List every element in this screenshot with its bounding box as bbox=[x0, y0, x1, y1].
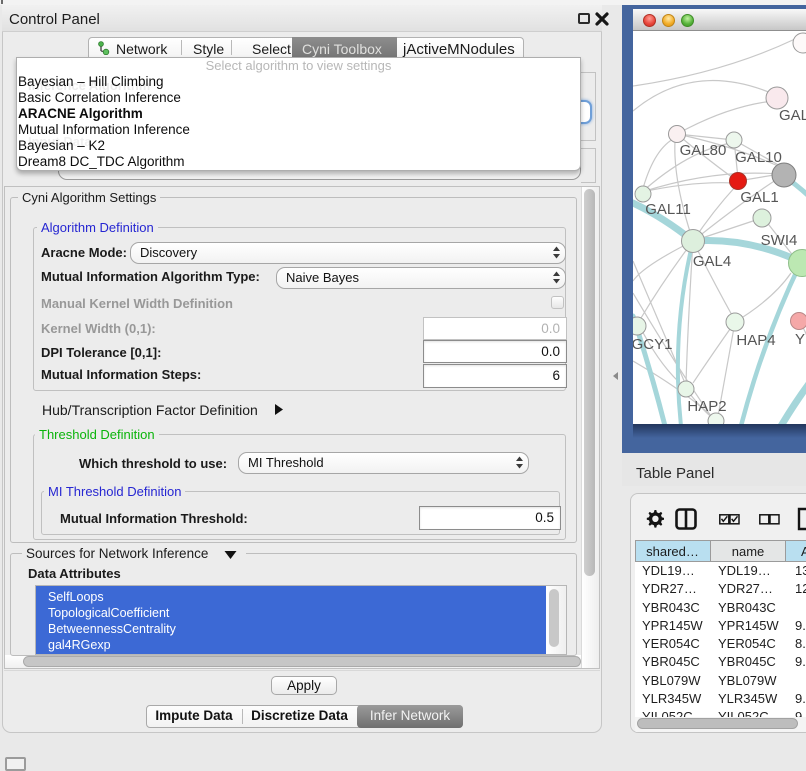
svg-text:HAP4: HAP4 bbox=[736, 332, 775, 349]
svg-text:GAL4: GAL4 bbox=[693, 253, 731, 270]
svg-text:GAL10: GAL10 bbox=[735, 149, 782, 166]
svg-text:GAL80: GAL80 bbox=[680, 142, 727, 159]
svg-text:GCY1: GCY1 bbox=[633, 336, 672, 353]
svg-text:GAL11: GAL11 bbox=[645, 201, 691, 218]
svg-text:GAL6: GAL6 bbox=[779, 107, 806, 124]
svg-text:SWI4: SWI4 bbox=[761, 232, 798, 249]
svg-text:HAP2: HAP2 bbox=[687, 398, 726, 415]
svg-text:Y: Y bbox=[795, 331, 805, 348]
svg-text:GAL1: GAL1 bbox=[740, 189, 778, 206]
